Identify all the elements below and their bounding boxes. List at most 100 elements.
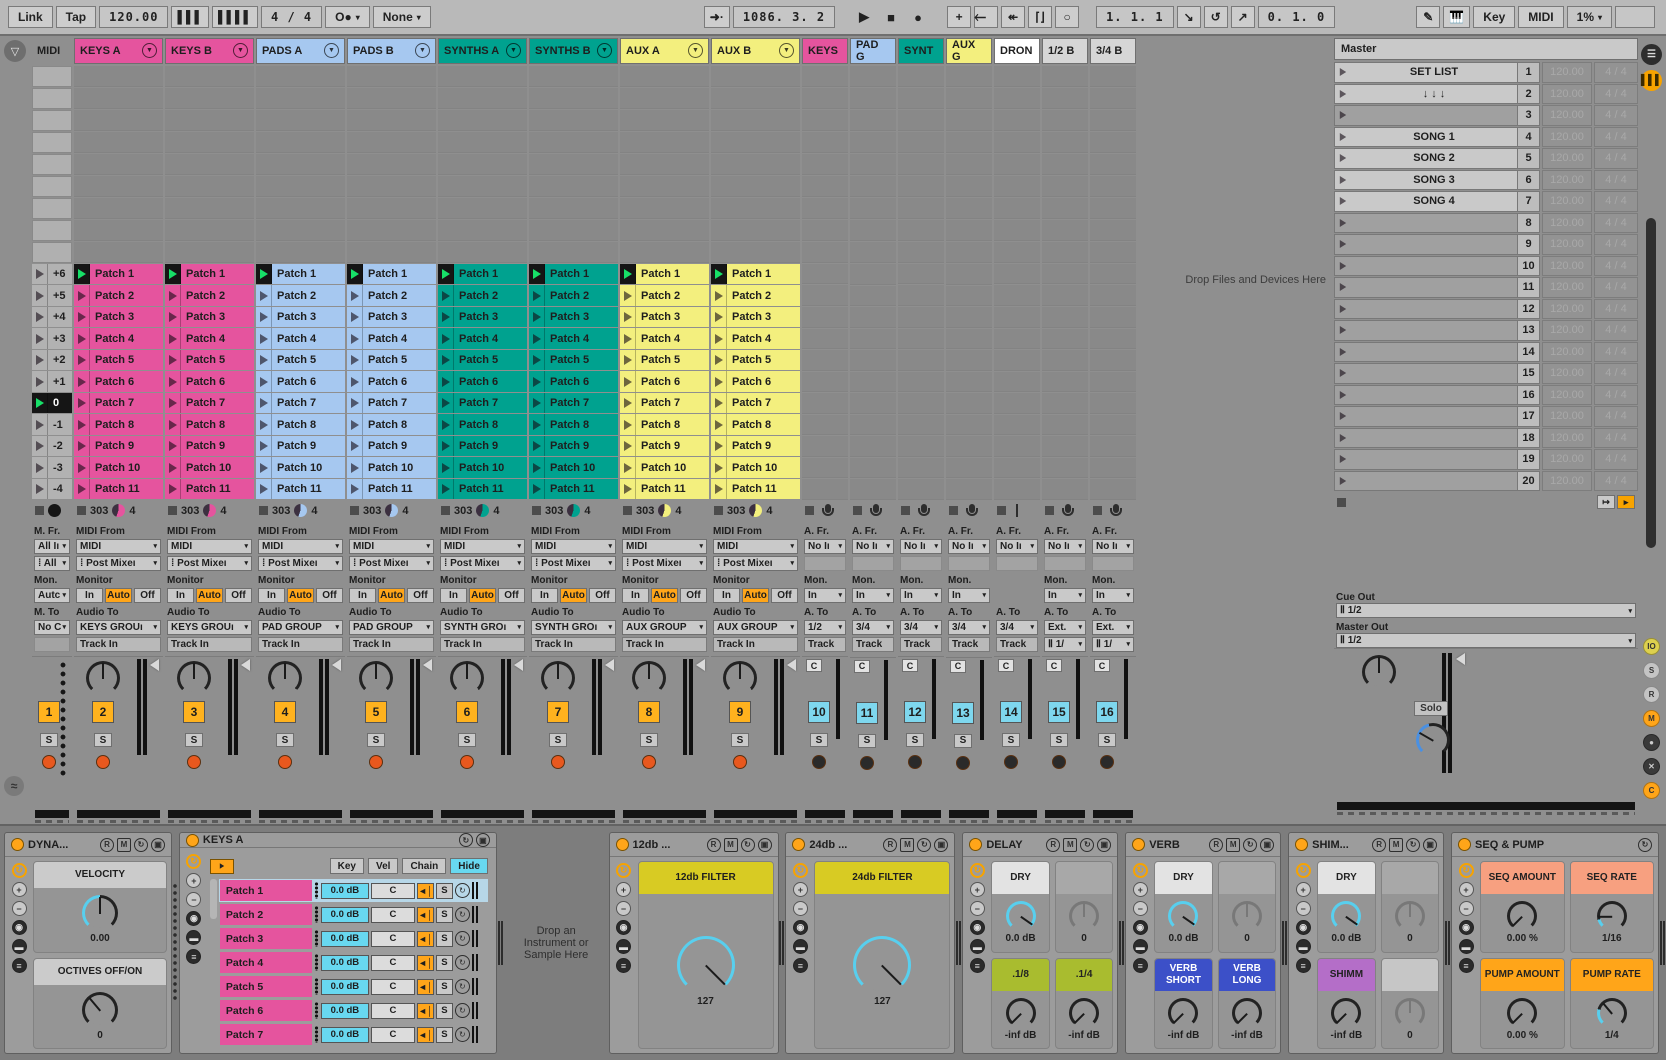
hotswap-icon[interactable]: ↻ xyxy=(455,1003,470,1018)
master-out-select[interactable]: Ⅱ 1/2▾ xyxy=(1336,633,1636,648)
empty-clip-slot[interactable] xyxy=(946,436,992,457)
crossfade-assign-button[interactable]: C xyxy=(806,659,822,672)
fold-icon[interactable]: ▬ xyxy=(970,939,985,954)
clip-launch-button[interactable] xyxy=(711,350,727,371)
device-title-bar[interactable]: DYNA...RM↻▣ xyxy=(5,833,171,857)
scene-launch[interactable]: SET LIST xyxy=(1334,62,1518,83)
chain-pan[interactable]: C xyxy=(371,1027,415,1043)
clip-launch-button[interactable] xyxy=(165,307,181,328)
clip-stop-button[interactable] xyxy=(35,506,44,515)
chain-solo-button[interactable]: S xyxy=(436,1003,453,1019)
audio-to-select[interactable]: AUX GROUP▾ xyxy=(713,620,798,635)
empty-clip-slot[interactable] xyxy=(946,242,992,263)
clip-slot[interactable]: Patch 6 xyxy=(529,371,618,392)
monitor-auto-button[interactable]: Auto xyxy=(196,588,223,603)
clip-launch-button[interactable] xyxy=(165,393,181,414)
track-in-box[interactable]: Track In xyxy=(167,637,252,652)
empty-clip-slot[interactable] xyxy=(850,350,896,371)
empty-clip-slot[interactable] xyxy=(946,88,992,109)
monitor-select[interactable]: In▾ xyxy=(948,588,990,603)
monitor-off-button[interactable]: Off xyxy=(407,588,434,603)
midi-overdub-icon[interactable]: ⃪ xyxy=(974,6,998,28)
monitor-auto-button[interactable]: Auto xyxy=(742,588,769,603)
clip-launch-button[interactable] xyxy=(32,285,48,306)
device-activator-led[interactable] xyxy=(616,838,629,851)
empty-clip-slot[interactable] xyxy=(438,220,527,241)
pan-knob[interactable] xyxy=(450,661,484,695)
empty-clip-slot[interactable] xyxy=(850,329,896,350)
empty-clip-slot[interactable] xyxy=(529,132,618,153)
clip-slot[interactable]: Patch 4 xyxy=(347,328,436,349)
output-chooser[interactable] xyxy=(441,810,524,818)
clip-launch-button[interactable] xyxy=(711,307,727,328)
filter-knob[interactable] xyxy=(677,936,735,994)
empty-clip-slot[interactable] xyxy=(802,393,848,414)
clip-slot[interactable]: 0 xyxy=(32,393,72,414)
clip-launch-button[interactable] xyxy=(74,393,90,414)
scene-tempo[interactable]: 120.00 xyxy=(1542,363,1592,384)
master-title[interactable]: Master xyxy=(1334,38,1638,60)
scene-tempo[interactable]: 120.00 xyxy=(1542,299,1592,320)
track-in-box[interactable]: Track In xyxy=(440,637,525,652)
clip-launch-button[interactable] xyxy=(32,307,48,328)
record-arm-button[interactable] xyxy=(42,755,56,769)
clip-slot[interactable]: Patch 7 xyxy=(529,393,618,414)
chevron-down-icon[interactable]: ▼ xyxy=(415,43,430,58)
clip-slot[interactable]: Patch 5 xyxy=(620,350,709,371)
empty-clip-slot[interactable] xyxy=(898,415,944,436)
clip-slot[interactable]: Patch 4 xyxy=(165,328,254,349)
scene-signature[interactable]: 4 / 4 xyxy=(1594,234,1638,255)
clip-launch-button[interactable] xyxy=(347,436,363,457)
monitor-select[interactable]: Autc▾ xyxy=(34,588,70,603)
crossfade-assign-button[interactable]: C xyxy=(1094,659,1110,672)
empty-clip-slot[interactable] xyxy=(850,415,896,436)
track-number-badge[interactable]: 2 xyxy=(92,701,114,723)
clip-slot[interactable]: Patch 4 xyxy=(620,328,709,349)
track-header[interactable]: AUX A▼ xyxy=(620,38,709,64)
empty-clip-slot[interactable] xyxy=(850,286,896,307)
empty-clip-slot[interactable] xyxy=(850,88,896,109)
empty-clip-slot[interactable] xyxy=(802,458,848,479)
empty-clip-slot[interactable] xyxy=(802,176,848,197)
monitor-off-button[interactable]: Off xyxy=(589,588,616,603)
empty-clip-slot[interactable] xyxy=(256,176,345,197)
midi-from-select[interactable]: MIDI▾ xyxy=(622,539,707,554)
clip-slot[interactable]: Patch 5 xyxy=(165,350,254,371)
empty-clip-slot[interactable] xyxy=(1090,220,1136,241)
macro-knob[interactable] xyxy=(82,992,118,1028)
clip-launch-button[interactable] xyxy=(74,479,90,500)
solo-button[interactable]: S xyxy=(954,734,972,748)
track-number-badge[interactable]: 11 xyxy=(856,702,878,724)
scene-signature[interactable]: 4 / 4 xyxy=(1594,363,1638,384)
chevron-down-icon[interactable]: ▼ xyxy=(142,43,157,58)
empty-clip-slot[interactable] xyxy=(802,88,848,109)
scene-overview-icon[interactable]: ☰ xyxy=(1641,44,1662,65)
monitor-select[interactable]: In▾ xyxy=(1092,588,1134,603)
clip-slot[interactable]: Patch 10 xyxy=(165,457,254,478)
nudge-up-icon[interactable]: ▌▌▌▌ xyxy=(212,6,258,28)
clip-slot[interactable]: Patch 3 xyxy=(711,307,800,328)
empty-clip-slot[interactable] xyxy=(32,88,72,109)
clip-slot[interactable]: Patch 2 xyxy=(347,285,436,306)
macro-knob[interactable] xyxy=(1597,998,1627,1028)
scene-tempo[interactable]: 120.00 xyxy=(1542,127,1592,148)
chain-pan[interactable]: C xyxy=(371,979,415,995)
io-show-icon[interactable]: ▌▌▌ xyxy=(1641,70,1662,91)
hotswap-r-icon[interactable]: R xyxy=(100,838,114,852)
map-m-icon[interactable]: M xyxy=(724,838,738,852)
clip-launch-button[interactable] xyxy=(165,457,181,478)
output-chooser[interactable] xyxy=(1045,810,1085,818)
clip-slot[interactable]: Patch 7 xyxy=(711,393,800,414)
monitor-select[interactable]: In▾ xyxy=(852,588,894,603)
vertical-scrollbar[interactable] xyxy=(1646,218,1656,548)
toggle-r[interactable]: R xyxy=(1643,686,1660,703)
punch-out-icon[interactable]: ↗ xyxy=(1231,6,1255,28)
clip-slot[interactable]: Patch 8 xyxy=(347,414,436,435)
clip-slot[interactable]: Patch 2 xyxy=(165,285,254,306)
hotswap-icon[interactable]: ◉ xyxy=(616,920,631,935)
clip-slot[interactable]: Patch 10 xyxy=(438,457,527,478)
monitor-auto-button[interactable]: Auto xyxy=(469,588,496,603)
track-in-box[interactable]: Track In xyxy=(258,637,343,652)
device-title-bar[interactable]: DELAYRM↻▣ xyxy=(963,833,1117,857)
clip-launch-button[interactable] xyxy=(711,414,727,435)
